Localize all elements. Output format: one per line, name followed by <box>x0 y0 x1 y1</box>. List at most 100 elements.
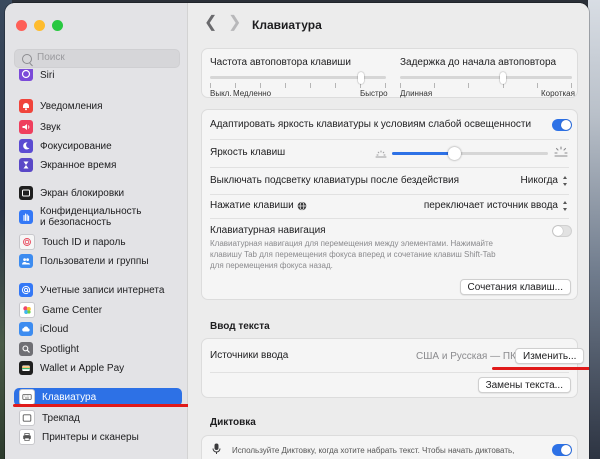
speaker-icon <box>19 120 33 134</box>
slider-tick <box>210 83 211 88</box>
sidebar-item-wallet[interactable]: Wallet и Apple Pay <box>14 359 182 377</box>
zoom-button[interactable] <box>52 20 63 31</box>
slider-tick <box>235 83 236 88</box>
edit-input-sources-button[interactable]: Изменить... <box>515 348 585 364</box>
sidebar-item-label: Siri <box>40 70 55 81</box>
sidebar-item-label: Wallet и Apple Pay <box>40 362 125 374</box>
settings-window: Siri Уведомления Звук Фокусирование Экранное… <box>5 3 589 459</box>
sidebar-item-label: Клавиатура <box>42 391 97 403</box>
search-input[interactable] <box>37 52 177 63</box>
slider-tick <box>537 83 538 88</box>
sidebar-item-users[interactable]: Пользователи и группы <box>14 252 182 270</box>
minimize-button[interactable] <box>34 20 45 31</box>
fingerprint-icon <box>19 234 35 250</box>
rate-max-label: Быстро <box>360 89 388 98</box>
toggle-knob <box>561 445 571 455</box>
dictation-description: Используйте Диктовку, когда хотите набра… <box>232 446 515 455</box>
key-brightness-label: Яркость клавиш <box>210 147 286 158</box>
chevron-updown-icon <box>562 175 569 186</box>
annotation-underline-edit <box>492 367 589 370</box>
annotation-underline-keyboard <box>13 404 201 407</box>
input-sources-label: Источники ввода <box>210 350 289 361</box>
sidebar-item-trackpad[interactable]: Трекпад <box>14 409 182 427</box>
delay-slider-track <box>400 76 572 79</box>
slider-tick <box>571 83 572 88</box>
key-repeat-delay-slider[interactable] <box>400 72 572 88</box>
sidebar-item-speaker[interactable]: Звук <box>14 118 182 136</box>
sidebar-item-label: Spotlight <box>40 343 79 355</box>
users-icon <box>19 254 33 268</box>
keyboard-navigation-toggle[interactable] <box>552 225 572 237</box>
divider <box>210 218 569 219</box>
sidebar-item-label: Фокусирование <box>40 140 112 152</box>
close-button[interactable] <box>16 20 27 31</box>
dictation-card: Используйте Диктовку, когда хотите набра… <box>201 435 578 459</box>
text-input-section-title: Ввод текста <box>210 321 270 332</box>
key-repeat-rate-label: Частота автоповтора клавиши <box>210 57 351 68</box>
cloud-icon <box>19 322 33 336</box>
keyboard-icon <box>19 389 35 405</box>
sidebar-item-cloud[interactable]: iCloud <box>14 320 182 338</box>
slider-tick <box>285 83 286 88</box>
sidebar-item-at[interactable]: Учетные записи интернета <box>14 281 182 299</box>
sidebar-item-hand[interactable]: Конфиденциальность и безопасность <box>14 203 182 231</box>
adjust-brightness-label: Адаптировать яркость клавиатуры к услови… <box>210 119 532 130</box>
chevron-updown-icon <box>562 200 569 211</box>
keyboard-shortcuts-button[interactable]: Сочетания клавиш... <box>459 279 571 295</box>
divider <box>210 372 569 373</box>
back-button[interactable]: ❮ <box>204 15 217 31</box>
dictation-toggle[interactable] <box>552 444 572 456</box>
sidebar-item-label: Экранное время <box>40 159 117 171</box>
sidebar-item-siri[interactable]: Siri <box>14 69 182 81</box>
sidebar-item-game-center[interactable]: Game Center <box>14 301 182 319</box>
sidebar-item-label: Уведомления <box>40 100 103 112</box>
brightness-high-icon <box>554 146 568 157</box>
trackpad-icon <box>19 410 35 426</box>
globe-key-value: переключает источник ввода <box>423 200 558 211</box>
key-repeat-rate-slider[interactable] <box>210 72 386 88</box>
spotlight-icon <box>19 342 33 356</box>
sidebar-item-bell[interactable]: Уведомления <box>14 97 182 115</box>
sidebar-item-spotlight[interactable]: Spotlight <box>14 340 182 358</box>
sidebar-item-fingerprint[interactable]: Touch ID и пароль <box>14 233 182 251</box>
sidebar-item-label: Экран блокировки <box>40 187 125 199</box>
rate-min-label: Выкл. <box>210 89 232 98</box>
keyboard-options-card: Адаптировать яркость клавиатуры к услови… <box>201 109 578 300</box>
text-input-card: Источники ввода США и Русская — ПК Измен… <box>201 338 589 398</box>
globe-key-popup[interactable]: переключает источник ввода <box>424 200 569 211</box>
slider-tick <box>310 83 311 88</box>
window-controls <box>16 20 63 31</box>
divider <box>210 167 569 168</box>
moon-icon <box>19 139 33 153</box>
toggle-knob <box>561 120 571 130</box>
slider-tick <box>335 83 336 88</box>
adjust-brightness-toggle[interactable] <box>552 119 572 131</box>
sidebar-item-label: iCloud <box>40 323 69 335</box>
sidebar-item-label: Принтеры и сканеры <box>42 431 139 443</box>
key-repeat-card: Частота автоповтора клавиши Задержка до … <box>201 48 578 98</box>
page-title: Клавиатура <box>252 18 322 32</box>
printer-icon <box>19 429 35 445</box>
key-repeat-delay-label: Задержка до начала автоповтора <box>400 57 557 68</box>
wallet-icon <box>19 361 33 375</box>
sidebar-item-label: Пользователи и группы <box>40 255 149 267</box>
sidebar-item-label: Звук <box>40 121 61 133</box>
sidebar-item-moon[interactable]: Фокусирование <box>14 137 182 155</box>
brightness-slider-thumb[interactable] <box>448 147 461 160</box>
search-field[interactable] <box>14 49 180 68</box>
sidebar-item-printer[interactable]: Принтеры и сканеры <box>14 428 182 446</box>
divider <box>210 139 569 140</box>
forward-button[interactable]: ❯ <box>228 15 241 31</box>
sidebar-item-label: Конфиденциальность и безопасность <box>40 206 142 228</box>
delay-long-label: Длинная <box>400 89 433 98</box>
globe-key-row-label: Нажатие клавиши <box>210 200 307 211</box>
key-brightness-slider[interactable] <box>392 147 548 160</box>
sidebar-item-hourglass[interactable]: Экранное время <box>14 156 182 174</box>
delay-slider-thumb[interactable] <box>500 72 506 84</box>
rate-slider-thumb[interactable] <box>358 72 364 84</box>
text-replacements-button[interactable]: Замены текста... <box>477 377 571 393</box>
sidebar-item-lock-screen[interactable]: Экран блокировки <box>14 184 182 202</box>
toggle-knob <box>553 226 563 236</box>
slider-tick <box>400 83 401 88</box>
backlight-off-popup[interactable]: Никогда <box>521 175 569 186</box>
